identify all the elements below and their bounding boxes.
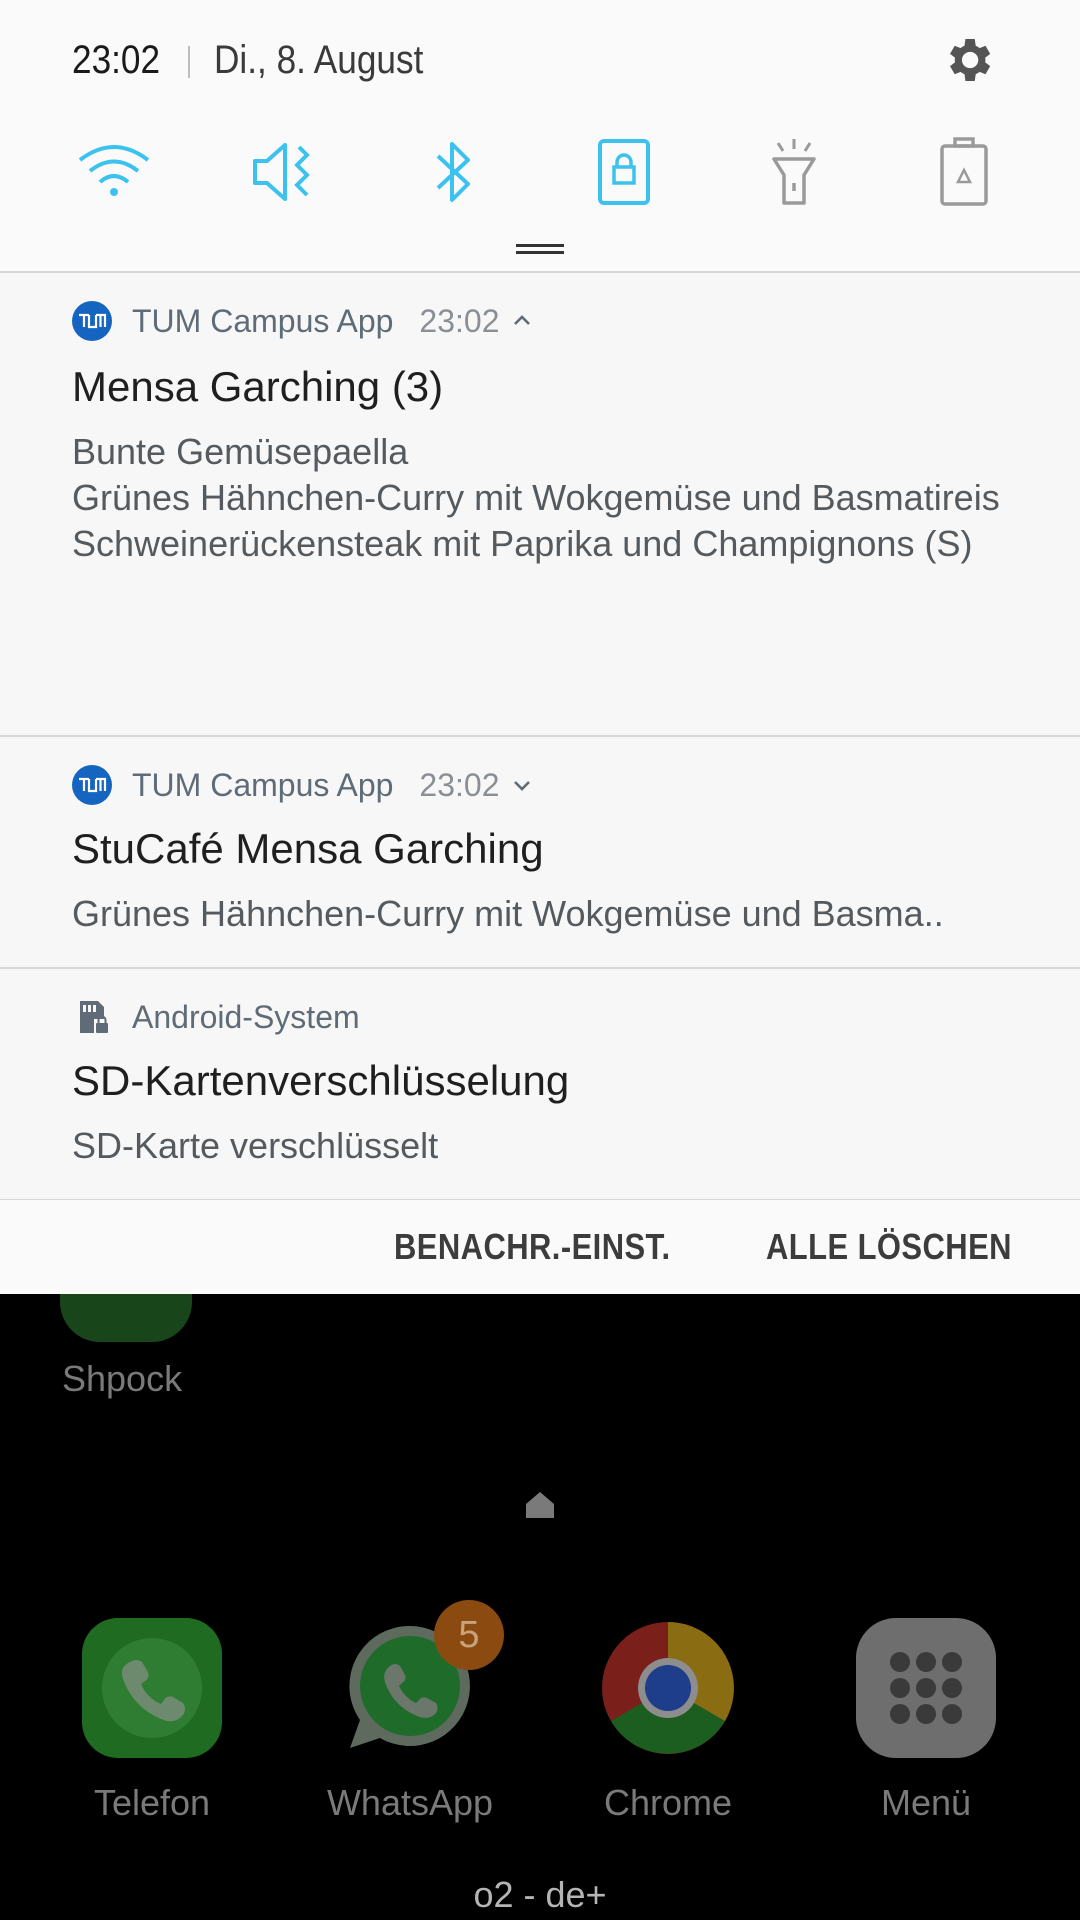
home-indicator-icon (526, 1492, 554, 1518)
notification-actions-bar: BENACHR.-EINST. ALLE LÖSCHEN (0, 1200, 1080, 1294)
app-label[interactable]: WhatsApp (300, 1782, 520, 1824)
wifi-icon (78, 145, 150, 196)
flashlight-icon (772, 139, 816, 205)
separator (188, 46, 190, 78)
panel-drag-handle[interactable] (516, 244, 564, 254)
app-label[interactable]: Menü (816, 1782, 1036, 1824)
mute-icon (253, 143, 310, 201)
notification-header: Android-System (72, 997, 360, 1037)
app-label[interactable]: Chrome (558, 1782, 778, 1824)
menu-line: Bunte Gemüsepaella (72, 431, 409, 472)
settings-gear-icon[interactable] (940, 32, 996, 88)
wifi-toggle[interactable] (74, 132, 154, 212)
notification-header: TUM Campus App 23:02 (72, 765, 534, 805)
app-label[interactable]: Shpock (62, 1358, 182, 1400)
clock: 23:02 (72, 38, 161, 82)
tum-logo-icon (72, 301, 112, 341)
power-saving-icon (940, 137, 988, 206)
chrome-app-icon[interactable] (598, 1618, 738, 1758)
notification-body: Bunte Gemüsepaella Grünes Hähnchen-Curry… (72, 429, 1012, 567)
notification-app-name: TUM Campus App (132, 766, 394, 803)
app-label[interactable]: Telefon (42, 1782, 262, 1824)
date: Di., 8. August (214, 38, 424, 82)
clear-all-button[interactable]: ALLE LÖSCHEN (766, 1226, 1012, 1268)
notification-time: 23:02 (419, 302, 500, 339)
menu-line: Grünes Hähnchen-Curry mit Wokgemüse und … (72, 477, 1000, 518)
apps-menu-icon[interactable] (856, 1618, 996, 1758)
power-saving-toggle[interactable] (924, 132, 1004, 212)
notification-count-badge: 5 (434, 1600, 504, 1670)
notification-time: 23:02 (419, 766, 500, 803)
menu-line: Schweinerückensteak mit Paprika und Cham… (72, 523, 973, 564)
sd-card-lock-icon (72, 997, 112, 1037)
chevron-up-icon[interactable] (510, 309, 534, 333)
bluetooth-icon (436, 142, 470, 202)
notification-title: Mensa Garching (3) (72, 363, 444, 410)
shpock-app-icon[interactable] (60, 1294, 192, 1342)
flashlight-toggle[interactable] (754, 132, 834, 212)
phone-app-icon[interactable] (82, 1618, 222, 1758)
notification-title: StuCafé Mensa Garching (72, 825, 544, 872)
sound-toggle[interactable] (244, 132, 324, 212)
notification-title: SD-Kartenverschlüsselung (72, 1057, 570, 1104)
notification-app-name: Android-System (132, 998, 360, 1035)
notification-text: Grünes Hähnchen-Curry mit Wokgemüse und … (72, 893, 944, 934)
notification-settings-button[interactable]: BENACHR.-EINST. (394, 1226, 671, 1268)
quick-settings-panel: 23:02 Di., 8. August (0, 0, 1080, 272)
notification-stucafe[interactable]: TUM Campus App 23:02 StuCafé Mensa Garch… (0, 737, 1080, 967)
notification-app-name: TUM Campus App (132, 302, 394, 339)
screen-lock-icon (598, 139, 650, 205)
notification-header: TUM Campus App 23:02 (72, 301, 534, 341)
notification-sd-encryption[interactable]: Android-System SD-Kartenverschlüsselung … (0, 969, 1080, 1199)
notification-mensa-garching[interactable]: TUM Campus App 23:02 Mensa Garching (3) … (0, 273, 1080, 735)
home-screen: Shpock Telefon 5 WhatsApp Chrome Menü o2… (0, 1294, 1080, 1920)
carrier-label: o2 - de+ (473, 1874, 607, 1915)
tum-logo-icon (72, 765, 112, 805)
bluetooth-toggle[interactable] (414, 132, 494, 212)
notification-text: SD-Karte verschlüsselt (72, 1125, 439, 1166)
screen-lock-toggle[interactable] (584, 132, 664, 212)
chevron-down-icon[interactable] (510, 773, 534, 797)
